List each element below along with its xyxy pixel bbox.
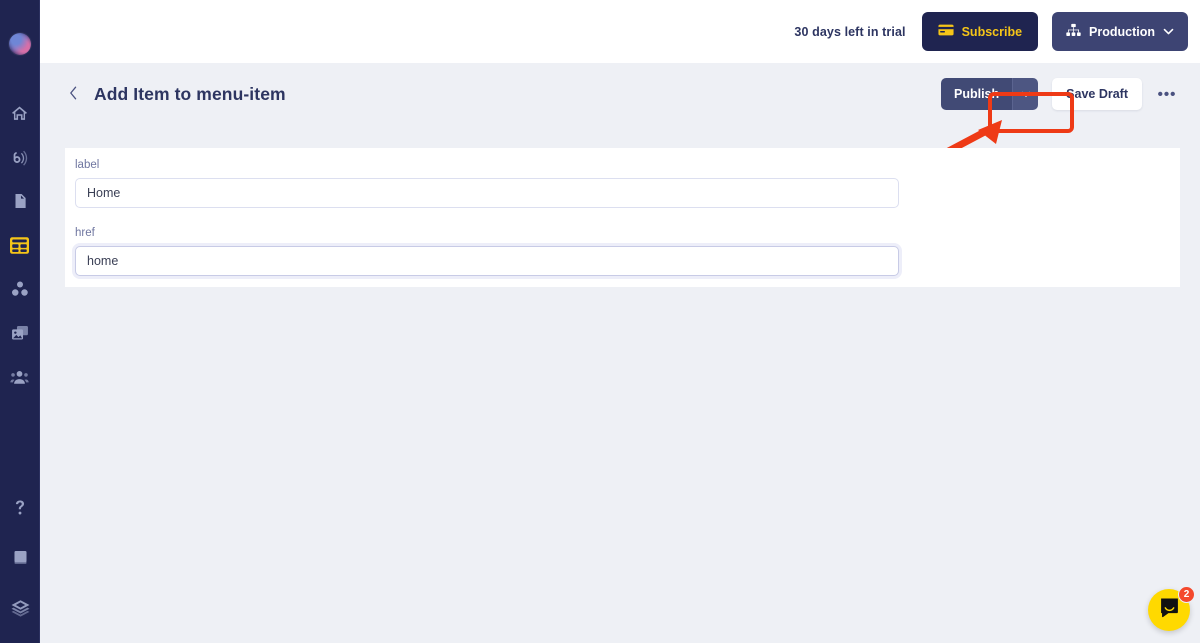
sidebar-item-components[interactable] [4,275,36,303]
sidebar-item-media[interactable] [4,319,36,347]
app-root: 30 days left in trial Subscribe Producti… [0,0,1200,643]
sidebar-top-nav [4,99,36,391]
layers-icon [10,598,31,617]
save-draft-button[interactable]: Save Draft [1052,78,1142,110]
subscribe-button[interactable]: Subscribe [921,12,1039,51]
href-field-group: href [75,227,899,276]
book-icon [11,548,30,567]
media-icon [10,324,30,342]
sidebar-item-help[interactable] [4,493,36,521]
grid-content-icon [9,236,30,255]
subscribe-label: Subscribe [961,24,1023,39]
more-options-button[interactable]: ••• [1154,81,1180,107]
help-icon [11,498,29,517]
workspace-logo[interactable] [8,33,31,55]
sidebar-item-home[interactable] [4,99,36,127]
label-field-group: label [75,159,899,208]
credit-card-icon [938,24,954,39]
chat-smile-icon [1159,597,1180,623]
sidebar-bottom-nav [0,493,40,621]
publish-button[interactable]: Publish [941,78,1013,110]
sidebar-item-content[interactable] [4,231,36,259]
home-icon [10,104,29,123]
chevron-down-icon [1021,87,1031,102]
environment-label: Production [1089,24,1155,39]
sidebar-item-documents[interactable] [4,187,36,215]
broadcast-icon [10,148,29,167]
sitemap-icon [1066,23,1081,40]
top-bar: 30 days left in trial Subscribe Producti… [40,0,1200,63]
page-title: Add Item to menu-item [94,83,286,104]
sidebar-item-users[interactable] [4,363,36,391]
form-card: label href [65,148,1180,287]
header-actions: Publish Save Draft ••• [941,78,1180,110]
href-field-label: href [75,227,95,239]
back-button[interactable] [62,83,84,105]
href-field[interactable] [75,246,899,276]
sidebar-item-layers[interactable] [4,593,36,621]
publish-dropdown-button[interactable] [1012,78,1039,110]
users-icon [9,368,30,386]
chevron-left-icon [69,86,78,103]
document-icon [11,192,29,210]
components-icon [10,279,30,299]
label-field[interactable] [75,178,899,208]
publish-split-button: Publish [941,78,1039,110]
label-field-label: label [75,159,100,171]
chevron-down-icon [1163,26,1174,37]
trial-status-text: 30 days left in trial [794,24,906,39]
sidebar [0,0,40,643]
environment-selector[interactable]: Production [1052,12,1188,51]
chat-unread-badge: 2 [1178,586,1195,603]
page-header: Add Item to menu-item Publish Save Draft… [40,63,1200,125]
sidebar-item-broadcast[interactable] [4,143,36,171]
sidebar-item-docs[interactable] [4,543,36,571]
